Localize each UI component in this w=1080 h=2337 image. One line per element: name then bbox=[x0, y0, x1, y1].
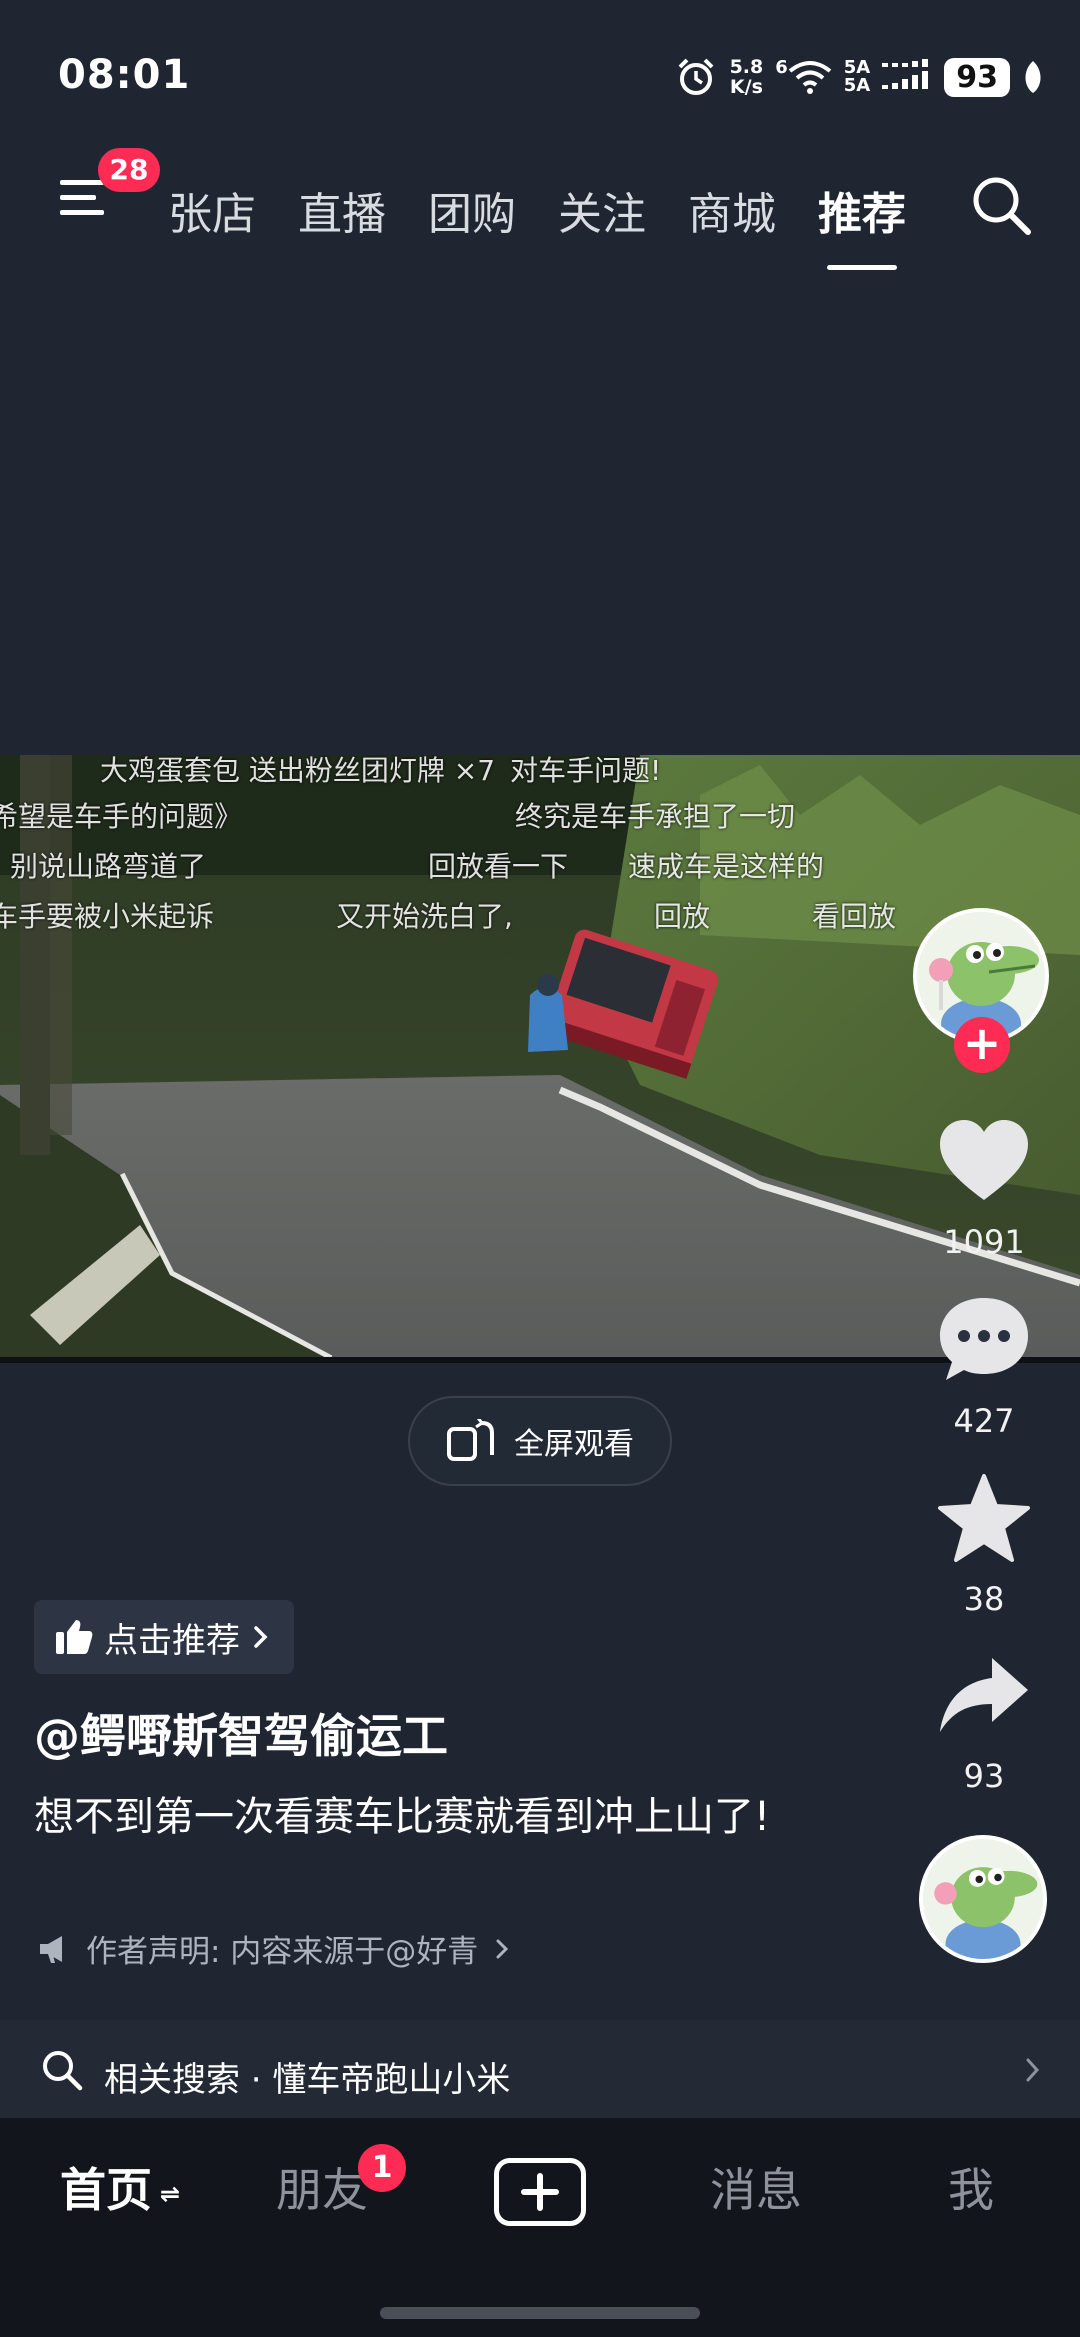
leaf-icon bbox=[1025, 61, 1041, 93]
top-tabs: 张店 直播 团购 关注 商城 推荐 bbox=[168, 178, 906, 242]
net-speed-value: 5.8 bbox=[729, 56, 764, 78]
nav-home[interactable]: 首页 ⇌ bbox=[60, 2154, 180, 2220]
alarm-icon bbox=[678, 58, 713, 95]
top-nav: 张店 直播 团购 关注 商城 推荐 bbox=[0, 150, 1080, 260]
danmaku-item: 速成车是这样的 bbox=[628, 850, 825, 883]
status-bar: 08:01 5.8 K/s 6 5A 5A 93 bbox=[0, 0, 1080, 150]
friends-badge: 1 bbox=[358, 2144, 406, 2192]
net-speed-unit: K/s bbox=[729, 76, 763, 98]
music-avatar[interactable] bbox=[919, 1835, 1047, 1963]
danmaku-item: 终究是车手承担了一切 bbox=[515, 800, 796, 833]
search-icon[interactable] bbox=[968, 172, 1034, 238]
danmaku-item: 别说山路弯道了 bbox=[10, 850, 207, 883]
danmaku-item: 回放看一下 bbox=[428, 850, 569, 883]
tab-mall[interactable]: 商城 bbox=[688, 178, 776, 242]
tab-live[interactable]: 直播 bbox=[298, 178, 386, 242]
nav-me[interactable]: 我 bbox=[948, 2154, 994, 2220]
wifi-indicator: 6 bbox=[775, 59, 832, 95]
share-count: 93 bbox=[963, 1757, 1005, 1795]
fullscreen-button[interactable]: 全屏观看 bbox=[408, 1396, 672, 1486]
signal-icon bbox=[882, 59, 929, 89]
danmaku-item: 车手要被小米起诉 bbox=[0, 900, 215, 933]
related-search-text: 相关搜索 · 懂车帝跑山小米 bbox=[104, 2060, 511, 2100]
chevron-right-icon bbox=[1026, 2058, 1040, 2082]
tab-group-buy[interactable]: 团购 bbox=[428, 178, 516, 242]
search-icon bbox=[43, 2051, 83, 2091]
create-button[interactable] bbox=[494, 2158, 586, 2226]
danmaku-item: 希望是车手的问题》 bbox=[0, 800, 243, 833]
video-description: 想不到第一次看赛车比赛就看到冲上山了! bbox=[34, 1794, 771, 1840]
home-indicator bbox=[380, 2307, 700, 2319]
video-player[interactable]: 大鸡蛋套包 送出粉丝团灯牌 ×7 对车手问题! 希望是车手的问题》 终究是车手承… bbox=[0, 755, 1080, 1360]
signal-label-2: 5A bbox=[843, 75, 871, 96]
favorite-star-icon[interactable] bbox=[934, 1470, 1034, 1570]
fullscreen-label: 全屏观看 bbox=[514, 1427, 634, 1462]
crocodile-music-icon bbox=[923, 1839, 1043, 1959]
net-speed: 5.8 K/s bbox=[730, 57, 764, 97]
comment-count: 427 bbox=[953, 1402, 1015, 1440]
wifi-label: 6 bbox=[775, 57, 788, 78]
fullscreen-icon bbox=[447, 1419, 494, 1461]
danmaku-item: 回放 bbox=[654, 900, 711, 933]
chevron-right-icon bbox=[254, 1626, 268, 1648]
tab-recommend[interactable]: 推荐 bbox=[818, 178, 906, 242]
like-icon[interactable] bbox=[934, 1112, 1034, 1212]
nav-friends[interactable]: 朋友 bbox=[276, 2154, 368, 2220]
author-statement-text: 作者声明: 内容来源于@好青 bbox=[86, 1934, 479, 1970]
status-time: 08:01 bbox=[58, 52, 191, 98]
video-divider bbox=[0, 1357, 1080, 1363]
like-count: 1091 bbox=[943, 1223, 1025, 1261]
danmaku-item: 对车手问题! bbox=[510, 755, 662, 787]
danmaku-item: 看回放 bbox=[812, 900, 897, 933]
danmaku-item: 大鸡蛋套包 送出粉丝团灯牌 ×7 bbox=[100, 755, 496, 787]
favorite-count: 38 bbox=[963, 1580, 1005, 1618]
nav-messages[interactable]: 消息 bbox=[710, 2154, 802, 2220]
signal-labels: 5A 5A bbox=[844, 59, 870, 95]
danmaku-item: 又开始洗白了, bbox=[336, 900, 513, 933]
tab-following[interactable]: 关注 bbox=[558, 178, 646, 242]
follow-button[interactable]: + bbox=[954, 1017, 1010, 1073]
megaphone-icon bbox=[40, 1935, 62, 1963]
share-icon[interactable] bbox=[934, 1648, 1034, 1748]
nav-home-label: 首页 bbox=[60, 2163, 152, 2217]
menu-badge: 28 bbox=[98, 148, 160, 192]
status-icons: 5.8 K/s 6 5A 5A 93 bbox=[674, 52, 1044, 102]
bottom-nav: 首页 ⇌ 朋友 1 消息 我 bbox=[0, 2118, 1080, 2337]
recommend-label: 点击推荐 bbox=[104, 1620, 240, 1661]
battery-level: 93 bbox=[944, 57, 1010, 97]
comment-icon[interactable] bbox=[934, 1290, 1034, 1390]
recommend-button[interactable]: 点击推荐 bbox=[34, 1600, 294, 1674]
swap-icon: ⇌ bbox=[160, 2179, 181, 2208]
author-name[interactable]: @鳄嘢斯智驾偷运工 bbox=[34, 1700, 448, 1766]
thumbs-up-icon bbox=[56, 1620, 93, 1654]
screen: 08:01 5.8 K/s 6 5A 5A 93 张店 直播 团购 关注 商城 … bbox=[0, 0, 1080, 2337]
chevron-right-icon bbox=[496, 1939, 509, 1958]
wifi-icon bbox=[788, 61, 832, 94]
related-search-bar[interactable]: 相关搜索 · 懂车帝跑山小米 bbox=[0, 2020, 1080, 2120]
plus-icon bbox=[521, 2173, 559, 2211]
author-statement[interactable]: 作者声明: 内容来源于@好青 bbox=[38, 1926, 512, 1971]
tab-local[interactable]: 张店 bbox=[168, 178, 256, 242]
